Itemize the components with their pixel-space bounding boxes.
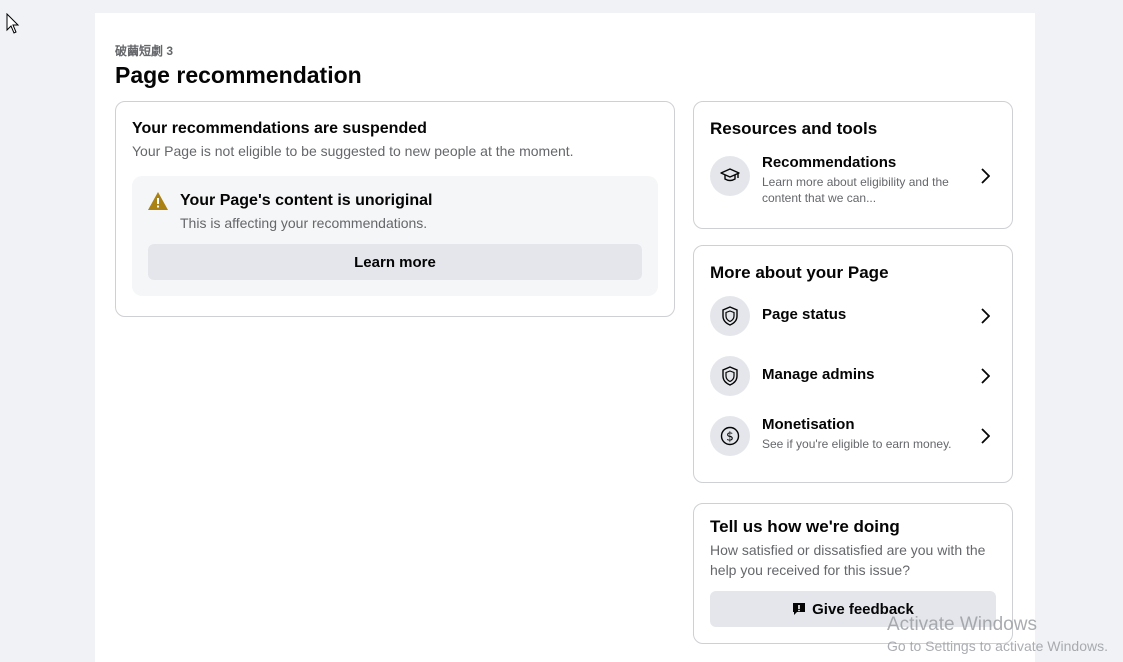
manage-admins-label: Manage admins xyxy=(762,366,875,383)
feedback-icon xyxy=(793,603,806,615)
feedback-subtext: How satisfied or dissatisfied are you wi… xyxy=(710,542,986,578)
chevron-right-icon xyxy=(981,308,990,324)
resource-desc: Learn more about eligibility and the con… xyxy=(762,175,949,205)
breadcrumb[interactable]: 破繭短劇 3 xyxy=(115,42,173,59)
monetisation-label: Monetisation xyxy=(762,416,855,433)
dollar-icon: $ xyxy=(710,416,750,456)
resources-card: Resources and tools Recommendations Lear… xyxy=(693,101,1013,229)
warning-icon xyxy=(148,192,168,210)
watermark-line2: Go to Settings to activate Windows. xyxy=(887,638,1108,654)
warning-heading: Your Page's content is unoriginal xyxy=(180,192,433,209)
more-about-page-card: More about your Page Page status Manage … xyxy=(693,245,1013,483)
warning-subtext: This is affecting your recommendations. xyxy=(180,215,428,231)
learn-more-button[interactable]: Learn more xyxy=(148,244,642,280)
more-item-monetisation[interactable]: $ Monetisation See if you're eligible to… xyxy=(710,414,998,458)
shield-icon xyxy=(710,356,750,396)
resources-heading: Resources and tools xyxy=(710,119,878,138)
recommendation-status-card: Your recommendations are suspended Your … xyxy=(115,101,675,317)
feedback-heading: Tell us how we're doing xyxy=(710,517,900,536)
page-title: Page recommendation xyxy=(115,62,362,88)
warning-box: Your Page's content is unoriginal This i… xyxy=(132,176,658,296)
resource-item-recommendations[interactable]: Recommendations Learn more about eligibi… xyxy=(710,154,998,205)
graduation-cap-icon xyxy=(710,156,750,196)
resource-title: Recommendations xyxy=(762,154,897,171)
shield-icon xyxy=(710,296,750,336)
chevron-right-icon xyxy=(981,428,990,444)
more-heading: More about your Page xyxy=(710,263,889,282)
status-subtext: Your Page is not eligible to be suggeste… xyxy=(132,143,574,159)
status-heading: Your recommendations are suspended xyxy=(132,120,427,137)
learn-more-label: Learn more xyxy=(354,253,436,271)
watermark-line1: Activate Windows xyxy=(887,614,1037,635)
mouse-cursor-icon xyxy=(6,13,20,34)
chevron-right-icon xyxy=(981,368,990,384)
main-page: 破繭短劇 3 Page recommendation Your recommen… xyxy=(95,13,1035,662)
more-item-page-status[interactable]: Page status xyxy=(710,294,998,338)
windows-activation-watermark: Activate Windows Go to Settings to activ… xyxy=(887,614,1108,654)
more-item-manage-admins[interactable]: Manage admins xyxy=(710,354,998,398)
monetisation-desc: See if you're eligible to earn money. xyxy=(762,437,952,451)
svg-text:$: $ xyxy=(726,430,734,444)
chevron-right-icon xyxy=(981,168,990,184)
page-status-label: Page status xyxy=(762,306,847,323)
